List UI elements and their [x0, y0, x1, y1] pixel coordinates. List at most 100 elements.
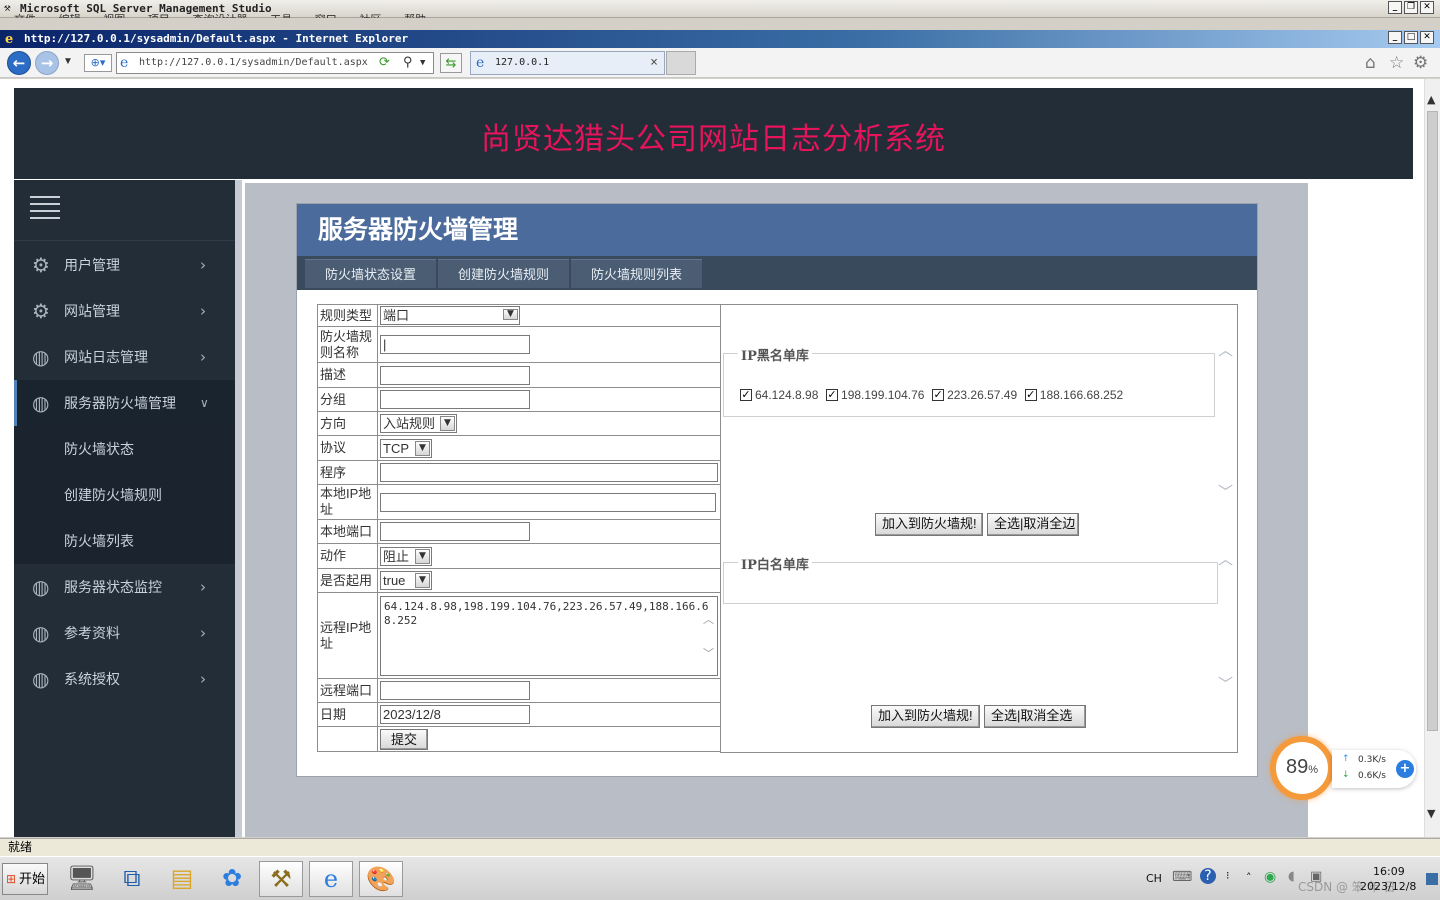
refresh-icon[interactable]: ⇆: [440, 53, 462, 73]
compat-view-button[interactable]: ⊕▾: [84, 54, 112, 72]
remote-port-input[interactable]: [380, 681, 530, 700]
server-manager-icon[interactable]: 🖥: [60, 861, 104, 897]
search-icon[interactable]: ⚲: [403, 53, 413, 73]
tab-create-firewall-rule[interactable]: 创建防火墙规则: [438, 258, 570, 288]
enabled-select[interactable]: true ▼: [380, 571, 432, 590]
date-input[interactable]: 2023/12/8: [380, 705, 530, 724]
scroll-up-icon[interactable]: ▲: [1427, 93, 1435, 106]
checkbox-checked[interactable]: ✓: [932, 389, 945, 401]
tray-app-icon[interactable]: ◉: [1264, 869, 1276, 885]
tab-firewall-rule-list[interactable]: 防火墙规则列表: [571, 258, 703, 288]
tab-firewall-status-settings[interactable]: 防火墙状态设置: [305, 258, 437, 288]
label-rule-name: 防火墙规则名称: [317, 326, 378, 363]
start-label: 开始: [19, 871, 46, 886]
local-ip-input[interactable]: [380, 492, 716, 512]
program-input[interactable]: [380, 463, 718, 482]
powershell-icon[interactable]: ⧉: [110, 861, 154, 897]
submit-button[interactable]: 提交: [380, 728, 429, 750]
blacklist-ip-item[interactable]: ✓ 198.199.104.76: [826, 388, 924, 402]
ie-taskbar-icon[interactable]: e: [309, 861, 353, 897]
help-icon[interactable]: ?: [1200, 868, 1216, 884]
sidebar-item-label: 网站管理: [64, 303, 120, 319]
checkbox-checked[interactable]: ✓: [1024, 389, 1037, 401]
forward-icon[interactable]: →: [35, 51, 59, 75]
blacklist-ip-item[interactable]: ✓ 188.166.68.252: [1024, 388, 1123, 402]
ssms-close-button[interactable]: ✕: [1420, 1, 1434, 14]
chevron-down-icon: ∨: [200, 396, 209, 410]
rule-name-input[interactable]: |: [380, 335, 530, 354]
blacklist-ip-item[interactable]: ✓ 223.26.57.49: [932, 388, 1017, 402]
paint-taskbar-icon[interactable]: 🎨: [359, 861, 403, 897]
sidebar-subitem-firewall-status[interactable]: 防火墙状态: [14, 426, 235, 472]
tab-close-icon[interactable]: ×: [650, 52, 658, 74]
menu-toggle-icon[interactable]: [30, 196, 60, 222]
rule-type-select[interactable]: 端口 ▼: [380, 306, 520, 325]
description-input[interactable]: [380, 365, 530, 385]
direction-select[interactable]: 入站规则 ▼: [380, 414, 457, 433]
tray-expand-icon[interactable]: ˄: [1246, 871, 1252, 884]
clock-date[interactable]: 2023/12/8: [1360, 880, 1416, 893]
clock-time[interactable]: 16:09: [1373, 865, 1405, 878]
checkbox-checked[interactable]: ✓: [740, 389, 752, 401]
chevron-down-icon[interactable]: ﹀: [1218, 481, 1233, 502]
tools-gear-icon[interactable]: ⚙: [1413, 54, 1428, 72]
new-tab-button[interactable]: [666, 51, 696, 75]
network-speed-widget[interactable]: 89% ↑ 0.3K/s ↓ 0.6K/s +: [1270, 732, 1418, 804]
ip-label: 198.199.104.76: [841, 388, 925, 402]
history-dropdown-icon[interactable]: ▼: [63, 56, 73, 67]
chevron-up-icon[interactable]: ︿: [1218, 548, 1233, 569]
protocol-select[interactable]: TCP ▼: [380, 438, 432, 458]
scrollbar-thumb[interactable]: [1427, 111, 1438, 731]
blacklist-add-button[interactable]: 加入到防火墙规!: [875, 513, 983, 536]
sidebar-item-site-logs[interactable]: ◍ 网站日志管理 ›: [14, 334, 235, 380]
sidebar-subitem-create-rule[interactable]: 创建防火墙规则: [14, 472, 235, 518]
tray-options-icon[interactable]: ⁝: [1226, 869, 1230, 882]
blacklist-legend: IP黑名单库: [738, 345, 812, 364]
plus-icon[interactable]: +: [1396, 760, 1414, 778]
ie-toolbar: ← → ▼ ⊕▾ e http://127.0.0.1/sysadmin/Def…: [0, 48, 1440, 78]
start-button[interactable]: ⊞ 开始: [2, 863, 48, 895]
address-dropdown-icon[interactable]: ▼: [420, 53, 425, 73]
textarea-scroll-down-icon[interactable]: ﹀: [703, 647, 714, 661]
ssms-minimize-button[interactable]: _: [1388, 1, 1402, 14]
show-desktop-button[interactable]: [1426, 873, 1438, 885]
sidebar-item-server-monitor[interactable]: ◍ 服务器状态监控 ›: [14, 564, 235, 610]
network-app-icon[interactable]: ✿: [210, 861, 254, 897]
whitelist-add-button[interactable]: 加入到防火墙规!: [871, 705, 980, 728]
label-enabled: 是否起用: [317, 568, 378, 593]
group-input[interactable]: [380, 390, 530, 409]
browser-tab[interactable]: e 127.0.0.1 ×: [470, 51, 665, 75]
sidebar-item-references[interactable]: ◍ 参考资料 ›: [14, 610, 235, 656]
home-icon[interactable]: ⌂: [1365, 54, 1376, 72]
chevron-up-icon[interactable]: ︿: [1218, 339, 1233, 360]
checkbox-checked[interactable]: ✓: [826, 389, 839, 401]
chevron-down-icon[interactable]: ﹀: [1218, 673, 1233, 694]
ie-close-button[interactable]: ✕: [1420, 31, 1434, 44]
volume-icon[interactable]: ◖: [1288, 869, 1295, 884]
favorites-star-icon[interactable]: ☆: [1389, 54, 1404, 72]
sidebar-item-site-management[interactable]: ⚙ 网站管理 ›: [14, 288, 235, 334]
textarea-scroll-up-icon[interactable]: ︿: [703, 613, 714, 627]
input-language[interactable]: CH: [1146, 872, 1162, 885]
sidebar-item-firewall[interactable]: ◍ 服务器防火墙管理 ∨: [14, 380, 235, 426]
page-scrollbar[interactable]: ▲ ▼: [1424, 79, 1440, 837]
explorer-folder-icon[interactable]: ▤: [160, 861, 204, 897]
sidebar-item-user-management[interactable]: ⚙ 用户管理 ›: [14, 242, 235, 288]
ie-maximize-button[interactable]: □: [1404, 31, 1418, 44]
action-select[interactable]: 阻止 ▼: [380, 546, 432, 566]
keyboard-icon[interactable]: ⌨: [1172, 869, 1192, 885]
blacklist-select-all-button[interactable]: 全选|取消全边: [987, 513, 1079, 536]
back-icon[interactable]: ←: [7, 51, 31, 75]
sidebar-subitem-firewall-list[interactable]: 防火墙列表: [14, 518, 235, 564]
scroll-down-icon[interactable]: ▼: [1427, 807, 1435, 820]
local-port-input[interactable]: [380, 522, 530, 541]
ssms-restore-button[interactable]: ❐: [1404, 1, 1418, 14]
address-bar[interactable]: e http://127.0.0.1/sysadmin/Default.aspx…: [116, 52, 434, 74]
blacklist-ip-item[interactable]: ✓ 64.124.8.98: [740, 388, 818, 402]
ie-minimize-button[interactable]: _: [1388, 31, 1402, 44]
compat-icon[interactable]: ⟳: [379, 53, 390, 73]
remote-ip-textarea[interactable]: 64.124.8.98,198.199.104.76,223.26.57.49,…: [380, 595, 718, 676]
whitelist-select-all-button[interactable]: 全选|取消全选: [984, 705, 1086, 728]
ssms-taskbar-icon[interactable]: ⚒: [259, 861, 303, 897]
sidebar-item-license[interactable]: ◍ 系统授权 ›: [14, 656, 235, 702]
